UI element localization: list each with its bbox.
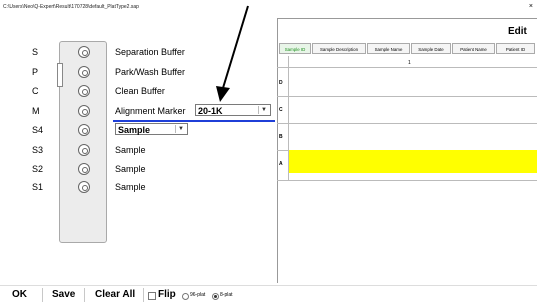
row-reagent-label: Sample [115, 182, 146, 192]
tab-sample-name[interactable]: Sample Name [367, 43, 410, 54]
grid-divider [277, 96, 537, 97]
row-header: D [279, 80, 283, 86]
row-code: S2 [32, 164, 44, 174]
alignment-marker-value: 20-1K [198, 106, 223, 116]
toolbar-divider [84, 288, 85, 302]
selected-row-highlight[interactable] [289, 150, 537, 173]
chevron-down-icon[interactable]: ▼ [175, 125, 186, 133]
ok-button[interactable]: OK [12, 289, 27, 301]
port-icon[interactable] [78, 124, 90, 136]
row-code: S4 [32, 125, 44, 135]
column-header: 1 [408, 60, 411, 66]
alignment-marker-select[interactable]: 20-1K ▼ [195, 104, 271, 116]
row-code: S [32, 47, 39, 57]
row-header: B [279, 134, 283, 140]
port-icon[interactable] [78, 85, 90, 97]
grid-divider [277, 123, 537, 124]
row-reagent-label: Park/Wash Buffer [115, 67, 186, 77]
tab-sample-description[interactable]: Sample Description [312, 43, 366, 54]
port-icon[interactable] [78, 144, 90, 156]
close-icon[interactable]: × [529, 0, 533, 14]
tab-patient-name[interactable]: Patient Name [452, 43, 495, 54]
tab-sample-id[interactable]: Sample ID [279, 43, 311, 54]
radio-8-plat-label: 8-plat [220, 292, 233, 298]
port-icon[interactable] [78, 46, 90, 58]
save-button[interactable]: Save [52, 289, 75, 301]
row-code: M [32, 106, 40, 116]
edit-button[interactable]: Edit [508, 26, 527, 37]
row-header: C [279, 107, 283, 113]
row-code: S1 [32, 182, 44, 192]
chevron-down-icon[interactable]: ▼ [258, 106, 269, 114]
sample-s4-select[interactable]: Sample ▼ [115, 123, 188, 135]
clear-all-button[interactable]: Clear All [95, 289, 135, 301]
bottom-toolbar [0, 285, 537, 304]
grid-divider [277, 67, 537, 68]
toolbar-divider [42, 288, 43, 302]
radio-96-plat-label: 96-plat [190, 292, 206, 298]
row-header: A [279, 161, 283, 167]
port-icon[interactable] [78, 163, 90, 175]
tab-patient-id[interactable]: Patient ID [496, 43, 535, 54]
port-icon[interactable] [78, 105, 90, 117]
row-reagent-label: Clean Buffer [115, 86, 165, 96]
row-reagent-label: Separation Buffer [115, 47, 185, 57]
flip-checkbox[interactable] [148, 292, 156, 300]
port-icon[interactable] [78, 66, 90, 78]
cartridge-tab [57, 63, 63, 87]
tab-sample-date[interactable]: Sample Date [411, 43, 451, 54]
toolbar-divider [143, 288, 144, 302]
sample-s4-value: Sample [118, 125, 151, 135]
flip-label: Flip [158, 289, 176, 300]
file-path: C:\Users\Neo\Q-Expert\Result\170728\defa… [3, 4, 139, 10]
row-code: C [32, 86, 39, 96]
row-reagent-label: Sample [115, 164, 146, 174]
row-code: S3 [32, 145, 44, 155]
row-reagent-label: Sample [115, 145, 146, 155]
radio-96-plat[interactable] [182, 293, 189, 300]
grid-divider [277, 180, 537, 181]
title-bar: C:\Users\Neo\Q-Expert\Result\170728\defa… [0, 0, 537, 14]
row-code: P [32, 67, 39, 77]
row-reagent-label: Alignment Marker [115, 106, 186, 116]
highlight-underline [113, 120, 275, 122]
radio-8-plat[interactable] [212, 293, 219, 300]
port-icon[interactable] [78, 181, 90, 193]
